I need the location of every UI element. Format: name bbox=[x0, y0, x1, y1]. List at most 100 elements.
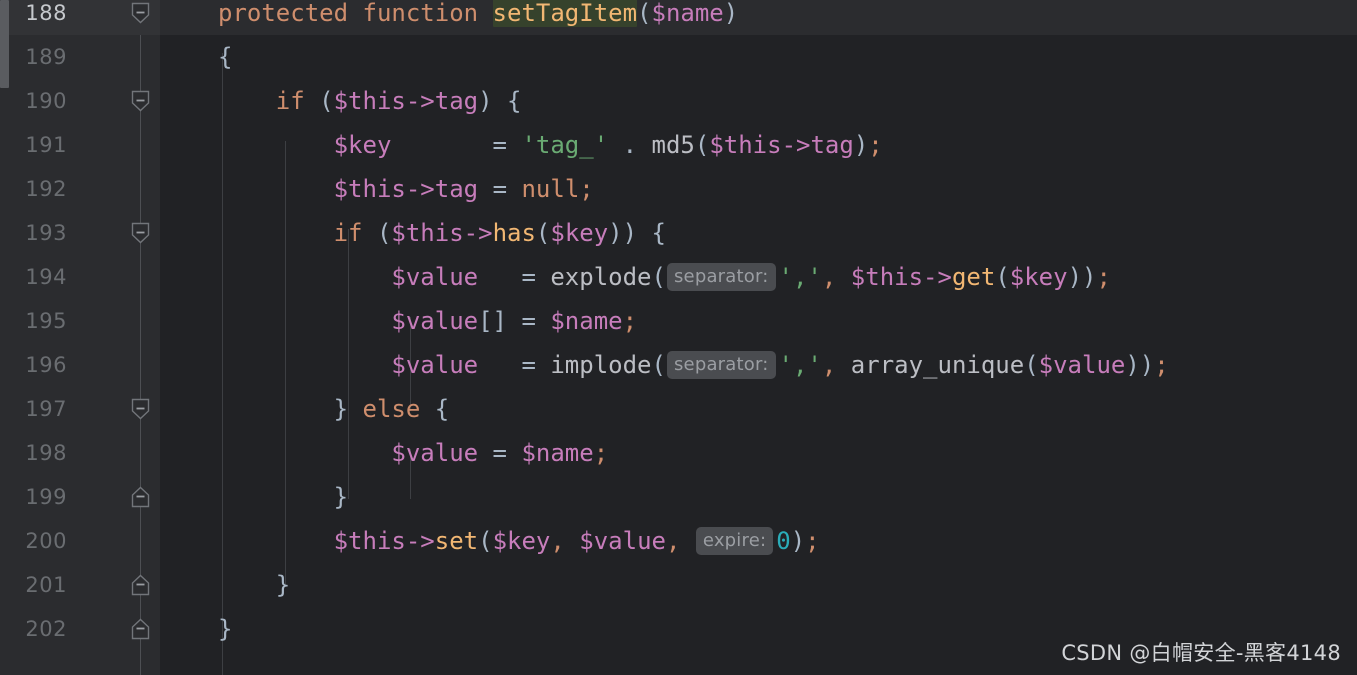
statement-punctuation: ; bbox=[805, 527, 820, 555]
statement-punctuation: ; bbox=[868, 131, 883, 159]
line-number: 202 bbox=[25, 617, 67, 641]
variable: $value bbox=[391, 307, 479, 335]
editor-gutter: 188 189 190 191 192 193 194 195 196 197 198 199 200 2… bbox=[9, 0, 199, 675]
line-number: 198 bbox=[25, 441, 67, 465]
code-line[interactable]: $value = explode(separator: ',', $this->g… bbox=[160, 255, 1357, 299]
vertical-scrollbar[interactable] bbox=[0, 0, 9, 675]
keyword: null bbox=[521, 175, 580, 203]
statement-punctuation: ; bbox=[622, 307, 638, 335]
variable: $this bbox=[850, 263, 924, 291]
gutter-row[interactable]: 190 bbox=[9, 79, 160, 123]
bracket: ) bbox=[478, 87, 493, 115]
gutter-row[interactable]: 198 bbox=[9, 431, 160, 475]
gutter-row[interactable]: 196 bbox=[9, 343, 160, 387]
fold-region-start-icon[interactable] bbox=[131, 90, 150, 112]
line-number: 189 bbox=[25, 45, 67, 69]
keyword: else bbox=[362, 395, 421, 423]
variable: $this bbox=[709, 131, 782, 159]
variable: $this bbox=[333, 87, 406, 115]
bracket: ( bbox=[319, 87, 334, 115]
code-line[interactable]: if ($this->tag) { bbox=[160, 79, 1357, 123]
gutter-row[interactable]: 194 bbox=[9, 255, 160, 299]
gutter-row[interactable]: 191 bbox=[9, 123, 160, 167]
gutter-row[interactable]: 195 bbox=[9, 299, 160, 343]
code-content-area[interactable]: / protected function setTagItem($name){ … bbox=[160, 0, 1357, 675]
fold-region-end-icon[interactable] bbox=[131, 486, 150, 508]
code-line[interactable]: protected function setTagItem($name) bbox=[160, 0, 1357, 35]
variable: $value bbox=[391, 263, 479, 291]
fold-region-start-icon[interactable] bbox=[131, 398, 150, 420]
bracket: ) bbox=[1125, 351, 1140, 379]
gutter-row[interactable]: 188 bbox=[9, 0, 160, 35]
code-line[interactable]: $value = implode(separator: ',', array_un… bbox=[160, 343, 1357, 387]
bracket: ( bbox=[651, 351, 666, 379]
statement-punctuation: ; bbox=[593, 439, 609, 467]
builtin-function: array_unique bbox=[850, 351, 1025, 379]
string-literal: 'tag_' bbox=[521, 131, 609, 159]
bracket: ( bbox=[651, 263, 666, 291]
code-line[interactable]: $value[] = $name; bbox=[160, 299, 1357, 343]
code-line[interactable]: } else { bbox=[160, 387, 1357, 431]
gutter-row[interactable]: 201 bbox=[9, 563, 160, 607]
gutter-row[interactable]: 199 bbox=[9, 475, 160, 519]
gutter-row[interactable]: 193 bbox=[9, 211, 160, 255]
fold-region-end-icon[interactable] bbox=[131, 574, 150, 596]
gutter-row[interactable]: 200 bbox=[9, 519, 160, 563]
bracket: ( bbox=[535, 219, 551, 247]
bracket: } bbox=[218, 615, 233, 643]
variable: $name bbox=[521, 439, 594, 467]
inlay-hint-expire: expire: bbox=[695, 527, 774, 555]
bracket: ( bbox=[1024, 351, 1039, 379]
method-name: set bbox=[434, 527, 479, 555]
bracket: ) bbox=[790, 527, 806, 555]
line-number: 200 bbox=[25, 529, 67, 553]
gutter-row[interactable]: 197 bbox=[9, 387, 160, 431]
bracket: } bbox=[333, 483, 349, 511]
line-number: 194 bbox=[25, 265, 67, 289]
vertical-scrollbar-thumb[interactable] bbox=[0, 0, 9, 88]
bracket: [ bbox=[478, 307, 493, 335]
inlay-hint-separator: separator: bbox=[666, 263, 776, 291]
code-line[interactable]: } bbox=[160, 475, 1357, 519]
variable: $name bbox=[651, 0, 724, 27]
string-literal: ',' bbox=[778, 263, 822, 291]
fold-region-start-icon[interactable] bbox=[131, 2, 150, 24]
bracket: ) bbox=[853, 131, 869, 159]
code-line[interactable]: } bbox=[160, 563, 1357, 607]
code-line[interactable]: if ($this->has($key)) { bbox=[160, 211, 1357, 255]
bracket: { bbox=[507, 87, 522, 115]
method-name: setTagItem bbox=[492, 0, 638, 27]
statement-punctuation: , bbox=[821, 351, 837, 379]
line-number: 191 bbox=[25, 133, 67, 157]
variable: $name bbox=[550, 307, 623, 335]
statement-punctuation: ; bbox=[1096, 263, 1111, 291]
fold-region-end-icon[interactable] bbox=[131, 618, 150, 640]
gutter-row[interactable]: 189 bbox=[9, 35, 160, 79]
object-operator: -> bbox=[781, 131, 811, 159]
keyword: if bbox=[275, 87, 305, 115]
object-operator: -> bbox=[405, 527, 435, 555]
code-line[interactable]: { bbox=[160, 35, 1357, 79]
code-editor: 188 189 190 191 192 193 194 195 196 197 198 199 200 2… bbox=[0, 0, 1357, 675]
operator: = bbox=[492, 175, 508, 203]
variable: $key bbox=[333, 131, 392, 159]
line-number: 193 bbox=[25, 221, 67, 245]
gutter-row[interactable]: 192 bbox=[9, 167, 160, 211]
code-line[interactable]: $this->set($key, $value, expire: 0); bbox=[160, 519, 1357, 563]
identifier-occurrence-highlight: setTagItem bbox=[492, 0, 638, 27]
property-name: tag bbox=[810, 131, 854, 159]
builtin-function: explode bbox=[550, 263, 652, 291]
code-line[interactable]: $key = 'tag_' . md5($this->tag); bbox=[160, 123, 1357, 167]
bracket: } bbox=[333, 395, 349, 423]
variable: $key bbox=[492, 527, 551, 555]
fold-region-start-icon[interactable] bbox=[131, 222, 150, 244]
code-line[interactable]: $this->tag = null; bbox=[160, 167, 1357, 211]
line-number: 196 bbox=[25, 353, 67, 377]
bracket: ( bbox=[478, 527, 493, 555]
statement-punctuation: , bbox=[550, 527, 565, 555]
gutter-row[interactable]: 202 bbox=[9, 607, 160, 651]
variable: $this bbox=[391, 219, 464, 247]
statement-punctuation: ; bbox=[579, 175, 594, 203]
code-line[interactable]: $value = $name; bbox=[160, 431, 1357, 475]
watermark: CSDN @白帽安全-黑客4148 bbox=[1061, 641, 1341, 665]
